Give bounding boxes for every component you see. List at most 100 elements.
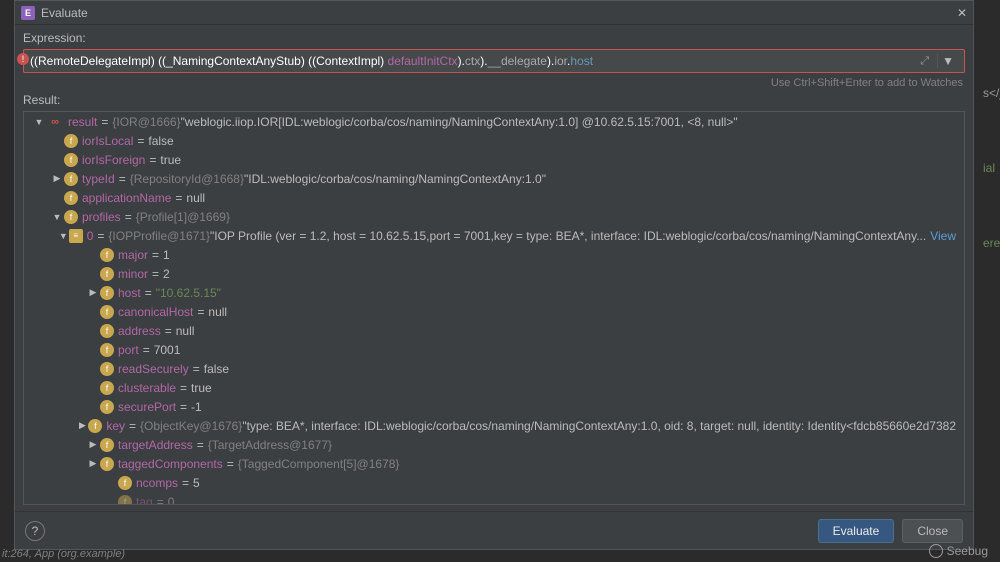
result-icon: ∞ [46, 115, 64, 129]
tree-row[interactable]: fiorIsForeign = true [24, 150, 964, 169]
field-icon: f [100, 267, 114, 281]
tree-row[interactable]: fport = 7001 [24, 340, 964, 359]
field-icon: f [64, 210, 78, 224]
bg-code-line: ere [983, 206, 1000, 281]
tree-row[interactable]: fsecurePort = -1 [24, 397, 964, 416]
tree-row[interactable]: fcanonicalHost = null [24, 302, 964, 321]
field-icon: f [118, 495, 132, 506]
history-dropdown-icon[interactable]: ▼ [937, 54, 958, 68]
expression-label: Expression: [15, 25, 973, 47]
status-bar: it:264, App (org.example) [2, 548, 125, 560]
field-name: iorIsLocal [82, 134, 133, 148]
tree-row[interactable]: ▶ftargetAddress = {TargetAddress@1677} [24, 435, 964, 454]
tree-row[interactable]: fminor = 2 [24, 264, 964, 283]
collapse-icon[interactable]: ▼ [58, 231, 69, 241]
expand-icon[interactable]: ▶ [86, 458, 100, 469]
tree-row[interactable]: ▼≡0 = {IOPProfile@1671} "IOP Profile (ve… [24, 226, 964, 245]
type-info: {IOPProfile@1671} [108, 229, 210, 243]
tree-row[interactable]: ▼∞result = {IOR@1666} "weblogic.iiop.IOR… [24, 112, 964, 131]
expression-input[interactable]: ((RemoteDelegateImpl) ((_NamingContextAn… [23, 49, 965, 73]
field-icon: f [64, 191, 78, 205]
equals-sign: = [182, 476, 189, 490]
field-value: "10.62.5.15" [156, 286, 221, 300]
app-icon: E [21, 6, 35, 20]
collapse-icon[interactable]: ▼ [32, 117, 46, 127]
tree-row[interactable]: fapplicationName = null [24, 188, 964, 207]
view-link[interactable]: View [930, 229, 956, 243]
watermark: Seebug [929, 544, 988, 558]
tree-row[interactable]: freadSecurely = false [24, 359, 964, 378]
shortcut-hint: Use Ctrl+Shift+Enter to add to Watches [15, 75, 973, 91]
tree-row[interactable]: fiorIsLocal = false [24, 131, 964, 150]
field-value: null [186, 191, 205, 205]
bg-code-line: s</j [983, 56, 1000, 131]
expand-icon[interactable]: ▶ [50, 173, 64, 184]
type-info: {TargetAddress@1677} [208, 438, 332, 452]
field-icon: f [100, 305, 114, 319]
result-tree-panel[interactable]: ▼∞result = {IOR@1666} "weblogic.iiop.IOR… [23, 111, 965, 505]
tree-row[interactable]: ftag = 0 [24, 492, 964, 505]
equals-sign: = [180, 400, 187, 414]
evaluate-dialog: E Evaluate ✕ Expression: ! ((RemoteDeleg… [14, 0, 974, 550]
field-icon: f [100, 324, 114, 338]
equals-sign: = [149, 153, 156, 167]
expr-token: RemoteDelegateImpl [38, 54, 151, 68]
expr-token: ctx [465, 54, 480, 68]
evaluate-button[interactable]: Evaluate [818, 519, 895, 543]
expr-token: _NamingContextAnyStub [166, 54, 301, 68]
equals-sign: = [125, 210, 132, 224]
field-icon: f [100, 362, 114, 376]
field-name: taggedComponents [118, 457, 223, 471]
expr-token: ior [554, 54, 567, 68]
expand-icon[interactable]: ▶ [86, 439, 100, 450]
expr-token: ). [458, 54, 465, 68]
field-name: ncomps [136, 476, 178, 490]
field-icon: f [88, 419, 102, 433]
tree-row[interactable]: fncomps = 5 [24, 473, 964, 492]
tree-row[interactable]: ▼fprofiles = {Profile[1]@1669} [24, 207, 964, 226]
titlebar: E Evaluate ✕ [15, 1, 973, 25]
expand-icon[interactable]: ▶ [76, 420, 88, 431]
tree-row[interactable]: ▶ftaggedComponents = {TaggedComponent[5]… [24, 454, 964, 473]
field-icon: f [100, 381, 114, 395]
tree-row[interactable]: ▶fhost = "10.62.5.15" [24, 283, 964, 302]
tree-row[interactable]: ▶fkey = {ObjectKey@1676} "type: BEA*, in… [24, 416, 964, 435]
result-label: Result: [15, 91, 973, 109]
equals-sign: = [175, 191, 182, 205]
equals-sign: = [137, 134, 144, 148]
field-icon: f [100, 438, 114, 452]
field-value: "IOP Profile (ver = 1.2, host = 10.62.5.… [210, 229, 926, 243]
expr-token: defaultInitCtx [388, 54, 458, 68]
type-info: {ObjectKey@1676} [140, 419, 242, 433]
tree-row[interactable]: f address = null [24, 321, 964, 340]
equals-sign: = [165, 324, 172, 338]
help-button[interactable]: ? [25, 521, 45, 541]
expand-icon[interactable]: ⤢ [920, 55, 929, 68]
close-icon[interactable]: ✕ [951, 6, 967, 20]
type-info: {IOR@1666} [112, 115, 180, 129]
field-name: readSecurely [118, 362, 189, 376]
error-indicator-icon: ! [17, 53, 29, 65]
window-title: Evaluate [41, 6, 951, 20]
close-button[interactable]: Close [902, 519, 963, 543]
equals-sign: = [101, 115, 108, 129]
expression-code[interactable]: ((RemoteDelegateImpl) ((_NamingContextAn… [30, 54, 920, 69]
field-name: typeId [82, 172, 115, 186]
field-value: 1 [163, 248, 170, 262]
tree-row[interactable]: ▶ftypeId = {RepositoryId@1668} "IDL:webl… [24, 169, 964, 188]
equals-sign: = [119, 172, 126, 186]
tree-row[interactable]: fclusterable = true [24, 378, 964, 397]
equals-sign: = [152, 248, 159, 262]
field-value: "type: BEA*, interface: IDL:weblogic/cor… [242, 419, 956, 433]
field-value: null [176, 324, 195, 338]
tree-row[interactable]: fmajor = 1 [24, 245, 964, 264]
field-value: -1 [191, 400, 202, 414]
field-name: key [106, 419, 125, 433]
collapse-icon[interactable]: ▼ [50, 212, 64, 222]
field-value: "IDL:weblogic/corba/cos/naming/NamingCon… [244, 172, 546, 186]
field-name: major [118, 248, 148, 262]
equals-sign: = [227, 457, 234, 471]
field-name: address [118, 324, 161, 338]
expr-token: host [570, 54, 593, 68]
expand-icon[interactable]: ▶ [86, 287, 100, 298]
